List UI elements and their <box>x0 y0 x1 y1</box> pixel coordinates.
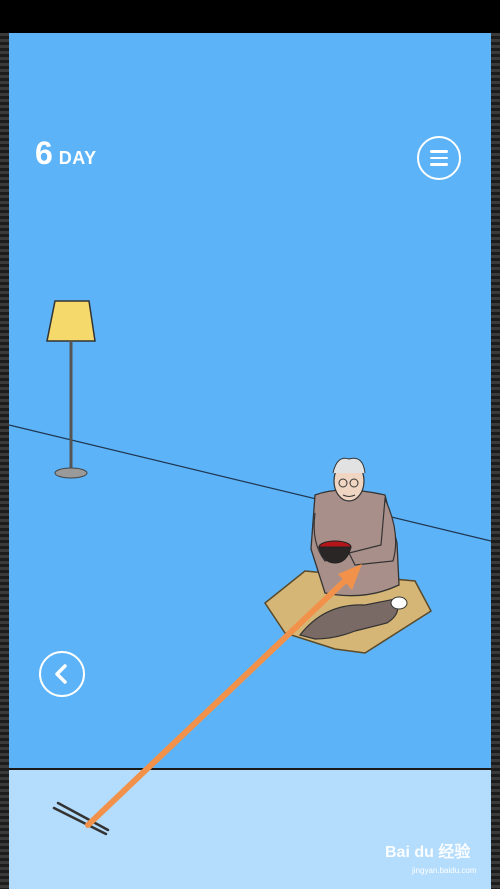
hamburger-menu-icon <box>430 150 448 153</box>
chopsticks-item[interactable] <box>50 800 110 845</box>
left-frame <box>0 33 9 889</box>
back-button[interactable] <box>39 651 85 697</box>
menu-button[interactable] <box>417 136 461 180</box>
watermark-logo: Bai du 经验 <box>385 844 471 861</box>
old-man-character[interactable] <box>245 453 445 668</box>
chevron-left-icon <box>55 664 67 684</box>
watermark-url: jingyan.baidu.com <box>412 866 477 875</box>
old-man-icon <box>263 457 432 654</box>
game-scene: 6 DAY <box>9 33 491 768</box>
day-label: DAY <box>58 148 97 168</box>
right-frame <box>491 33 500 889</box>
status-bar <box>0 0 500 33</box>
day-number: 6 <box>35 135 53 171</box>
chopsticks-icon <box>52 801 110 836</box>
floor-lamp-icon <box>46 300 96 479</box>
day-counter: 6 DAY <box>35 135 97 172</box>
floor-lamp[interactable] <box>45 299 105 494</box>
